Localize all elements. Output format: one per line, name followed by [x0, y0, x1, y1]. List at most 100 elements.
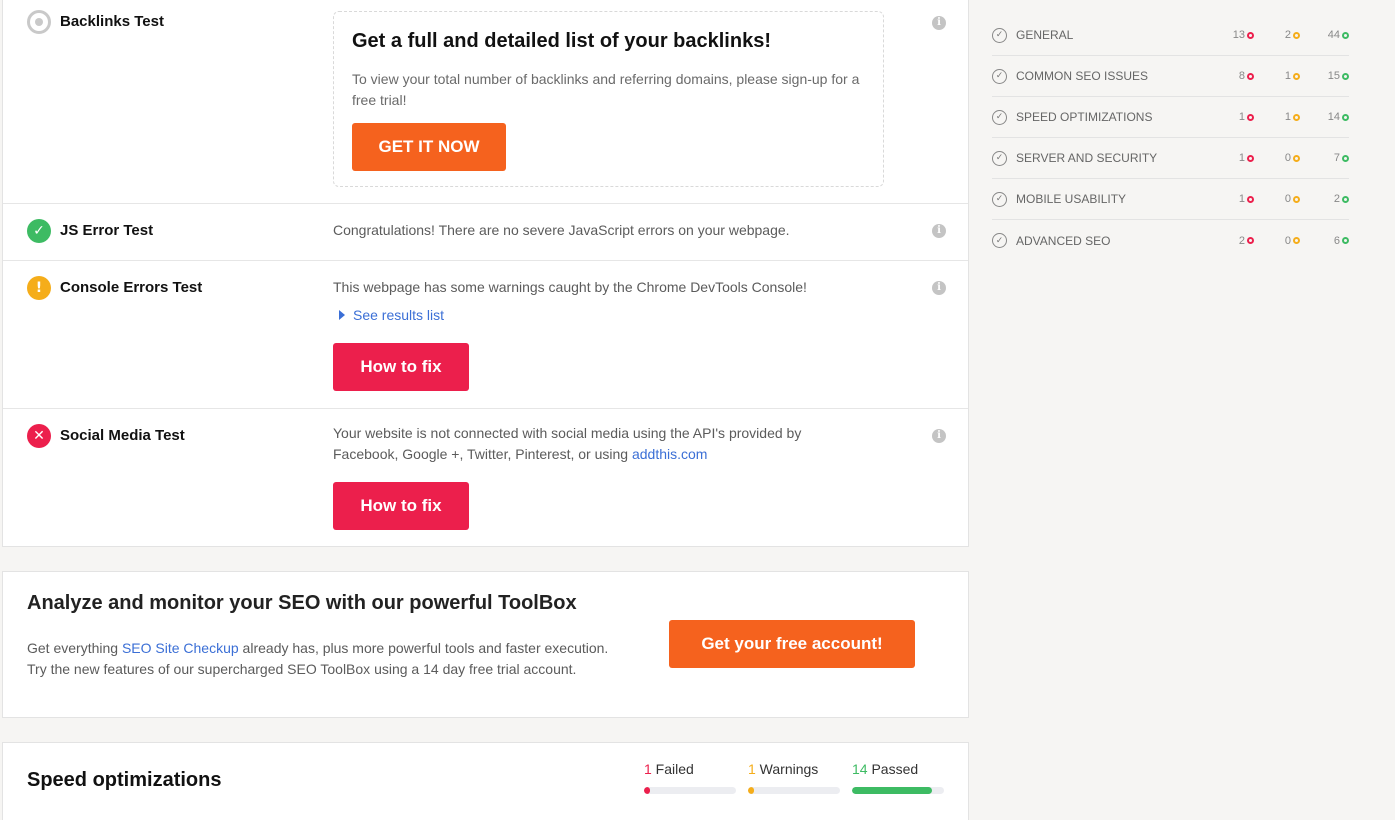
passed-count-value: 2 [1333, 193, 1340, 205]
warnings-count-value: 0 [1284, 152, 1291, 164]
passed-progress-fill [852, 787, 933, 794]
sidebar-category-row[interactable]: ✓ SERVER AND SECURITY 1 0 7 [992, 138, 1349, 179]
passed-dot-icon [1342, 113, 1349, 121]
failed-count: 1 [1214, 193, 1254, 205]
warning-dot-icon [1293, 237, 1300, 244]
warnings-count: 0 [1260, 193, 1300, 205]
warnings-progress-bar [748, 787, 840, 794]
get-it-now-button[interactable]: GET IT NOW [352, 123, 506, 171]
warning-icon: ! [27, 276, 51, 300]
sidebar-category-row[interactable]: ✓ MOBILE USABILITY 1 0 2 [992, 179, 1349, 220]
addthis-link[interactable]: addthis.com [632, 446, 707, 462]
warnings-count-value: 2 [1284, 29, 1291, 41]
test-message: Your website is not connected with socia… [333, 423, 853, 465]
error-x-icon: ✕ [27, 424, 51, 448]
passed-count-value: 7 [1333, 152, 1340, 164]
category-label: SPEED OPTIMIZATIONS [1016, 110, 1153, 124]
see-results-link[interactable]: See results list [339, 307, 444, 323]
toolbox-description: Get everything SEO Site Checkup already … [27, 638, 627, 680]
check-circle-icon: ✓ [992, 68, 1007, 84]
passed-count: 14 [852, 761, 868, 777]
info-icon[interactable]: i [932, 16, 946, 30]
social-media-test-row: ✕ Social Media Test Your website is not … [3, 409, 968, 548]
check-circle-icon: ✓ [992, 27, 1007, 43]
passed-label: Passed [867, 761, 919, 777]
check-circle-icon: ✓ [992, 150, 1007, 166]
failed-dot-icon [1247, 113, 1254, 121]
passed-dot-icon [1342, 237, 1349, 244]
failed-dot-icon [1247, 72, 1254, 80]
sidebar-category-row[interactable]: ✓ COMMON SEO ISSUES 8 1 15 [992, 56, 1349, 97]
warning-dot-icon [1293, 113, 1300, 121]
category-label: SERVER AND SECURITY [1016, 151, 1158, 165]
failed-count: 1 [1214, 152, 1254, 164]
failed-count: 1 [1214, 111, 1254, 123]
passed-count-value: 15 [1327, 70, 1340, 82]
get-free-account-button[interactable]: Get your free account! [669, 620, 915, 668]
test-name: Social Media Test [60, 427, 185, 444]
failed-count-value: 1 [1238, 111, 1245, 123]
backlinks-promo-box: Get a full and detailed list of your bac… [333, 11, 884, 187]
console-errors-test-row: ! Console Errors Test This webpage has s… [3, 261, 968, 409]
failed-count: 1 [644, 761, 652, 777]
failed-count: 13 [1214, 29, 1254, 41]
info-icon[interactable]: i [932, 281, 946, 295]
warnings-count: 0 [1260, 235, 1300, 247]
test-name: Console Errors Test [60, 279, 203, 296]
test-name: Backlinks Test [60, 13, 164, 30]
warnings-count-value: 0 [1284, 234, 1291, 247]
passed-count-value: 44 [1327, 29, 1340, 41]
warning-dot-icon [1293, 31, 1300, 39]
passed-count-value: 6 [1333, 234, 1340, 247]
how-to-fix-button[interactable]: How to fix [333, 343, 469, 391]
info-icon[interactable]: i [932, 224, 946, 238]
category-label: ADVANCED SEO [1016, 233, 1111, 248]
check-circle-icon: ✓ [992, 233, 1007, 248]
warning-dot-icon [1293, 72, 1300, 80]
passed-count-value: 14 [1327, 111, 1340, 123]
check-circle-icon: ✓ [992, 109, 1007, 125]
failed-count-value: 13 [1232, 29, 1245, 41]
toolbox-title: Analyze and monitor your SEO with our po… [27, 592, 577, 614]
failed-progress-fill [644, 787, 651, 794]
failed-count: 2 [1214, 235, 1254, 247]
failed-count-value: 2 [1238, 234, 1245, 247]
caret-right-icon [339, 310, 345, 320]
warnings-progress-fill [748, 787, 755, 794]
warnings-count: 1 [748, 761, 756, 777]
passed-count: 2 [1309, 193, 1349, 205]
passed-count: 6 [1309, 235, 1349, 247]
how-to-fix-button[interactable]: How to fix [333, 482, 469, 530]
info-icon[interactable]: i [932, 429, 946, 443]
passed-stat: 14 Passed [852, 761, 944, 794]
test-results-card: Backlinks Test Get a full and detailed l… [2, 0, 969, 547]
failed-count-value: 1 [1238, 152, 1245, 164]
warnings-count-value: 1 [1284, 111, 1291, 123]
failed-progress-bar [644, 787, 736, 794]
failed-count: 8 [1214, 70, 1254, 82]
see-results-label: See results list [353, 307, 445, 323]
category-summary-sidebar: ✓ GENERAL 13 2 44 ✓ COMMON SEO ISSUES 8 1 15 ✓ SPEE… [992, 15, 1349, 261]
warnings-count: 0 [1260, 152, 1300, 164]
passed-dot-icon [1342, 195, 1349, 203]
seo-site-checkup-link[interactable]: SEO Site Checkup [122, 640, 239, 656]
failed-count-value: 8 [1238, 70, 1245, 82]
test-message: Congratulations! There are no severe Jav… [333, 222, 790, 238]
sidebar-category-row[interactable]: ✓ ADVANCED SEO 2 0 6 [992, 220, 1349, 261]
category-label: COMMON SEO ISSUES [1016, 69, 1149, 83]
toolbox-text-start: Get everything [27, 640, 122, 656]
warnings-count: 1 [1260, 70, 1300, 82]
passed-dot-icon [1342, 31, 1349, 39]
passed-progress-bar [852, 787, 944, 794]
promo-title: Get a full and detailed list of your bac… [352, 30, 771, 52]
sidebar-category-row[interactable]: ✓ GENERAL 13 2 44 [992, 15, 1349, 56]
warning-dot-icon [1293, 154, 1300, 162]
passed-dot-icon [1342, 72, 1349, 80]
failed-dot-icon [1247, 154, 1254, 162]
sidebar-category-row[interactable]: ✓ SPEED OPTIMIZATIONS 1 1 14 [992, 97, 1349, 138]
warning-dot-icon [1293, 195, 1300, 203]
warnings-label: Warnings [755, 761, 819, 777]
failed-dot-icon [1247, 31, 1254, 39]
passed-count: 44 [1309, 29, 1349, 41]
message-text: Your website is not connected with socia… [333, 425, 802, 462]
